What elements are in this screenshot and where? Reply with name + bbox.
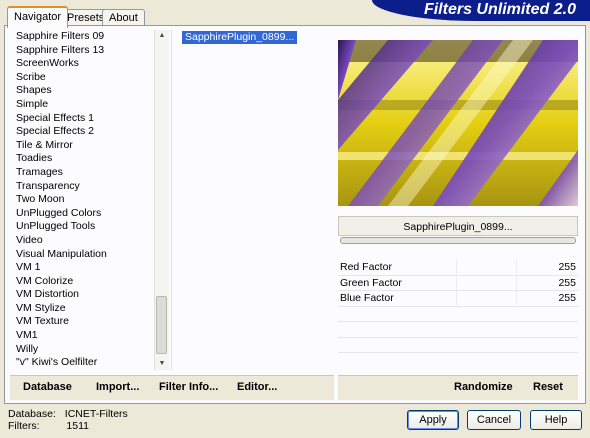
- category-list[interactable]: Sapphire Filters 09 Sapphire Filters 13 …: [10, 30, 153, 370]
- category-item[interactable]: UnPlugged Tools: [10, 220, 153, 234]
- database-button[interactable]: Database: [23, 381, 72, 393]
- category-item[interactable]: VM Distortion: [10, 288, 153, 302]
- help-button[interactable]: Help: [530, 410, 582, 430]
- category-item[interactable]: Sapphire Filters 09: [10, 30, 153, 44]
- app-banner: Filters Unlimited 2.0: [372, 0, 590, 21]
- param-row-blue[interactable]: Blue Factor 255: [338, 291, 578, 307]
- database-label: Database:: [8, 408, 56, 420]
- category-item[interactable]: "v" Kiwi's Oelfilter: [10, 356, 153, 370]
- category-item[interactable]: Shapes: [10, 84, 153, 98]
- param-value[interactable]: 255: [558, 260, 576, 274]
- category-item[interactable]: Tile & Mirror: [10, 139, 153, 153]
- category-item[interactable]: VM Colorize: [10, 275, 153, 289]
- randomize-button[interactable]: Randomize: [454, 381, 513, 393]
- category-item[interactable]: Transparency: [10, 180, 153, 194]
- database-info: Database: ICNET-Filters: [8, 409, 128, 420]
- preview-image: [338, 40, 578, 206]
- category-item[interactable]: Special Effects 1: [10, 112, 153, 126]
- filters-label: Filters:: [8, 420, 40, 432]
- filter-info-button[interactable]: Filter Info...: [159, 381, 218, 393]
- import-button[interactable]: Import...: [96, 381, 139, 393]
- param-value[interactable]: 255: [558, 276, 576, 290]
- param-row-red[interactable]: Red Factor 255: [338, 260, 578, 276]
- category-item[interactable]: Sapphire Filters 13: [10, 44, 153, 58]
- category-item[interactable]: Willy: [10, 343, 153, 357]
- database-value: ICNET-Filters: [64, 408, 128, 420]
- filter-list[interactable]: SapphirePlugin_0899...: [171, 30, 335, 370]
- category-item[interactable]: Two Moon: [10, 193, 153, 207]
- scroll-down-icon[interactable]: ▼: [155, 358, 169, 370]
- editor-button[interactable]: Editor...: [237, 381, 277, 393]
- preview-pattern: [338, 40, 578, 206]
- category-item[interactable]: Special Effects 2: [10, 125, 153, 139]
- category-item[interactable]: VM Texture: [10, 315, 153, 329]
- category-item[interactable]: Simple: [10, 98, 153, 112]
- category-item[interactable]: UnPlugged Colors: [10, 207, 153, 221]
- filters-value: 1511: [66, 420, 90, 432]
- apply-button[interactable]: Apply: [407, 410, 459, 430]
- category-item[interactable]: VM 1: [10, 261, 153, 275]
- param-row-empty: [338, 338, 578, 353]
- param-row-empty: [338, 307, 578, 322]
- param-label: Red Factor: [340, 261, 392, 273]
- param-value[interactable]: 255: [558, 291, 576, 305]
- filters-info: Filters: 1511: [8, 421, 89, 432]
- param-row-green[interactable]: Green Factor 255: [338, 275, 578, 291]
- category-item[interactable]: ScreenWorks: [10, 57, 153, 71]
- progress-bar: [340, 237, 576, 244]
- category-item[interactable]: Scribe: [10, 71, 153, 85]
- parameter-list[interactable]: Red Factor 255 Green Factor 255 Blue Fac…: [338, 260, 578, 370]
- tab-about[interactable]: About: [102, 9, 145, 26]
- scroll-thumb[interactable]: [156, 296, 167, 354]
- param-label: Blue Factor: [340, 292, 394, 304]
- tab-navigator[interactable]: Navigator: [7, 6, 69, 28]
- reset-button[interactable]: Reset: [533, 381, 563, 393]
- category-item[interactable]: Toadies: [10, 152, 153, 166]
- category-scrollbar[interactable]: ▲ ▼: [154, 30, 169, 370]
- category-item[interactable]: VM1: [10, 329, 153, 343]
- category-item[interactable]: Video: [10, 234, 153, 248]
- category-item[interactable]: Visual Manipulation: [10, 248, 153, 262]
- scroll-up-icon[interactable]: ▲: [155, 30, 169, 42]
- category-item[interactable]: Tramages: [10, 166, 153, 180]
- category-item[interactable]: VM Stylize: [10, 302, 153, 316]
- param-label: Green Factor: [340, 276, 402, 289]
- selected-filter-name: SapphirePlugin_0899...: [338, 216, 578, 236]
- filter-item-selected[interactable]: SapphirePlugin_0899...: [182, 31, 298, 44]
- cancel-button[interactable]: Cancel: [467, 410, 521, 430]
- param-row-empty: [338, 322, 578, 338]
